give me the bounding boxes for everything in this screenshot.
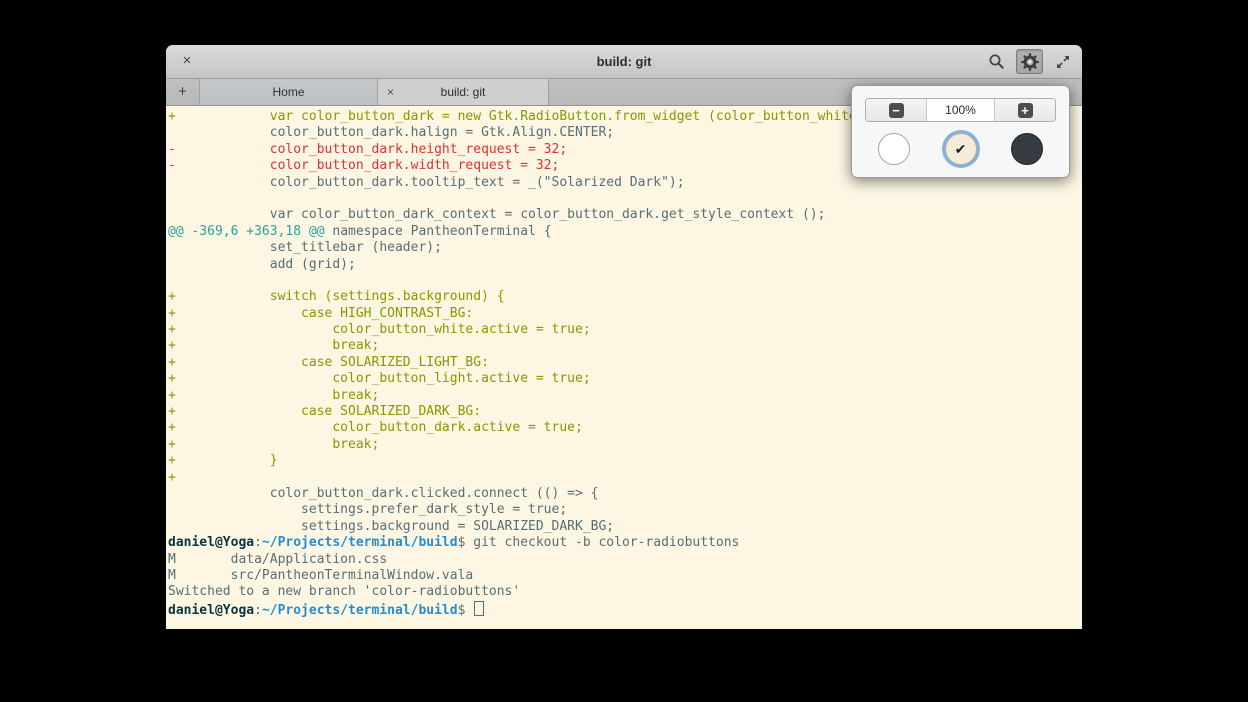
zoom-in-button[interactable]: + [994,99,1055,121]
terminal-line: + break; [168,437,1082,453]
search-button[interactable] [983,49,1010,74]
theme-option-solarized-dark[interactable] [1011,133,1043,165]
zoom-out-button[interactable]: − [866,99,927,121]
new-tab-button[interactable]: + [166,79,200,105]
window-title: build: git [166,45,1082,78]
terminal-line [168,273,1082,289]
terminal-line: daniel@Yoga:~/Projects/terminal/build$ [168,601,1082,617]
terminal-line: M data/Application.css [168,552,1082,568]
terminal-line: set_titlebar (header); [168,240,1082,256]
terminal-line: + case SOLARIZED_LIGHT_BG: [168,355,1082,371]
terminal-line: color_button_dark.clicked.connect (() =>… [168,486,1082,502]
zoom-out-icon: − [889,103,904,118]
terminal-line: Switched to a new branch 'color-radiobut… [168,584,1082,600]
theme-options: ✔ [852,133,1069,165]
check-icon: ✔ [955,142,967,156]
terminal-line: + break; [168,388,1082,404]
tab-build-git[interactable]: × build: git [378,79,549,105]
terminal-line: + color_button_white.active = true; [168,322,1082,338]
zoom-control: − 100% + [865,98,1056,122]
terminal-line: + color_button_dark.active = true; [168,420,1082,436]
settings-button[interactable] [1016,49,1043,74]
search-icon [988,53,1005,70]
terminal-line [168,191,1082,207]
terminal-line: M src/PantheonTerminalWindow.vala [168,568,1082,584]
terminal-line: + color_button_light.active = true; [168,371,1082,387]
titlebar: × build: git [166,45,1082,79]
terminal-line: add (grid); [168,257,1082,273]
fullscreen-icon [1055,54,1071,70]
settings-popover: − 100% + ✔ [851,85,1070,178]
tab-close-button[interactable]: × [387,79,394,105]
terminal-line: + case HIGH_CONTRAST_BG: [168,306,1082,322]
gear-icon [1021,53,1039,71]
terminal-line: + [168,470,1082,486]
terminal-line: daniel@Yoga:~/Projects/terminal/build$ g… [168,535,1082,551]
zoom-in-icon: + [1018,103,1033,118]
fullscreen-button[interactable] [1049,49,1076,74]
terminal-window: × build: git [166,45,1082,629]
terminal-line: @@ -369,6 +363,18 @@ namespace PantheonT… [168,224,1082,240]
theme-option-solarized-light[interactable]: ✔ [945,133,977,165]
terminal-line: + case SOLARIZED_DARK_BG: [168,404,1082,420]
terminal-line: + break; [168,338,1082,354]
zoom-level-button[interactable]: 100% [927,99,994,121]
terminal-output[interactable]: + var color_button_dark = new Gtk.RadioB… [166,106,1082,629]
terminal-line: settings.background = SOLARIZED_DARK_BG; [168,519,1082,535]
terminal-line: + } [168,453,1082,469]
tab-label: build: git [441,85,486,99]
tab-home[interactable]: Home [200,79,378,105]
terminal-cursor [474,601,484,616]
theme-option-high-contrast-white[interactable] [878,133,910,165]
terminal-line: var color_button_dark_context = color_bu… [168,207,1082,223]
tab-label: Home [272,85,304,99]
titlebar-actions [983,49,1076,74]
terminal-line: + switch (settings.background) { [168,289,1082,305]
terminal-line: settings.prefer_dark_style = true; [168,502,1082,518]
